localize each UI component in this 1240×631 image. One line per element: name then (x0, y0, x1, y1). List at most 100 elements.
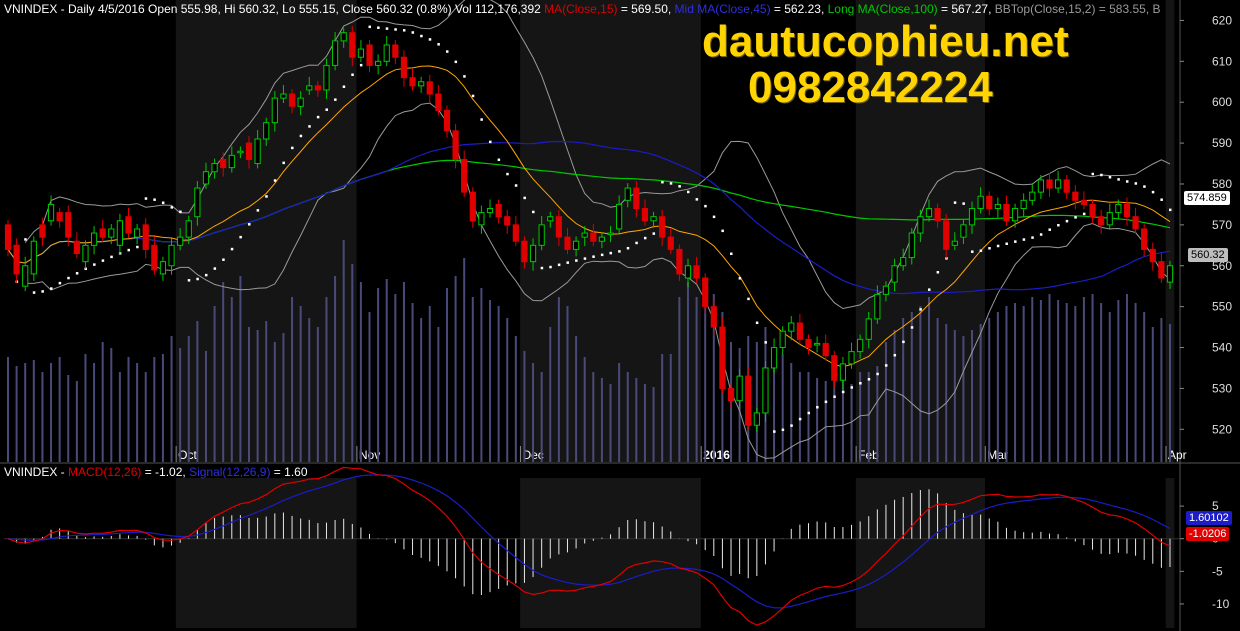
candle-body (900, 257, 907, 267)
candle-body (908, 232, 915, 259)
candle-body (745, 375, 752, 426)
sar-dot (600, 253, 604, 257)
sar-dot (334, 98, 337, 101)
sar-dot (153, 198, 156, 201)
sar-dot (127, 248, 131, 252)
sar-dot (256, 209, 260, 212)
candle-body (1046, 179, 1053, 189)
sar-dot (1005, 242, 1008, 246)
macd-header-symbol: VNINDEX (4, 465, 58, 479)
sar-dot (359, 63, 363, 67)
candle-body (383, 44, 390, 62)
sar-dot (136, 245, 139, 249)
candle-body (65, 212, 72, 238)
sar-dot (1022, 238, 1026, 241)
candle-body (813, 342, 821, 346)
candle-body (90, 232, 98, 246)
sar-dot (489, 140, 492, 144)
sar-dot (910, 326, 914, 329)
candle-body (331, 40, 339, 66)
candle-body (874, 293, 881, 320)
sar-dot (497, 158, 501, 162)
candle-body (56, 212, 63, 222)
price-y-tick-label: 620 (1212, 13, 1232, 27)
candle-body (237, 150, 244, 154)
candle-body (770, 347, 778, 369)
candle-body (555, 216, 562, 238)
candle-body (538, 224, 545, 246)
candle-body (1063, 179, 1070, 193)
candle-body (116, 220, 123, 246)
sar-dot (686, 190, 690, 194)
sar-dot (859, 381, 862, 385)
chart-canvas[interactable]: 520530540550560570580590600610620OctNovD… (0, 0, 1240, 631)
candle-body (727, 387, 735, 402)
sar-dot (841, 390, 845, 394)
sar-dot (738, 277, 742, 280)
candle-body (762, 367, 769, 414)
candle-body (624, 187, 631, 201)
sar-dot (1014, 240, 1017, 243)
watermark-phone: 0982842224 (748, 63, 993, 112)
candle-body (22, 265, 29, 287)
candle-body (736, 375, 743, 402)
sar-dot (850, 386, 854, 389)
sar-dot (773, 430, 776, 433)
candle-body (409, 77, 416, 87)
candle-body (788, 322, 795, 332)
sar-dot (1065, 219, 1069, 223)
header-ma45-label: Mid MA(Close,45) (674, 2, 771, 16)
header-symbol: VNINDEX (4, 2, 58, 16)
sar-dot (385, 27, 389, 30)
sar-dot (1134, 182, 1138, 185)
candle-body (805, 338, 812, 349)
candle-body (1029, 191, 1036, 201)
sar-dot (101, 259, 105, 262)
candle-body (547, 216, 554, 222)
candle-body (572, 240, 580, 250)
sar-dot (248, 223, 251, 226)
sar-dot (962, 202, 965, 205)
sar-dot (161, 201, 165, 204)
sar-dot (953, 201, 957, 204)
sar-dot (1048, 228, 1051, 231)
sar-dot (420, 34, 423, 38)
sar-dot (144, 197, 148, 200)
candle-body (426, 81, 433, 95)
sar-dot (351, 73, 354, 76)
candle-body (297, 97, 304, 107)
candle-body (469, 191, 476, 222)
sar-dot (919, 308, 922, 311)
price-y-tick-label: 550 (1212, 300, 1232, 314)
candle-body (504, 216, 511, 226)
sar-dot (755, 321, 759, 325)
sar-dot (239, 235, 242, 239)
macd-header-value: = -1.02, (141, 465, 190, 479)
sar-dot (213, 267, 217, 270)
price-y-tick-label: 540 (1212, 341, 1232, 355)
sar-dot (1082, 212, 1086, 216)
header-bb: BBTop(Close,15,2) = 583.55, B (994, 2, 1161, 16)
sar-dot (712, 215, 716, 219)
candle-body (220, 158, 227, 169)
candle-body (177, 236, 184, 246)
candle-body (82, 244, 89, 263)
candle-body (4, 224, 12, 250)
sar-dot (1143, 185, 1146, 188)
chart-root: 520530540550560570580590600610620OctNovD… (0, 0, 1240, 631)
sar-dot (1125, 180, 1129, 183)
price-marker-tag: 574.859 (1184, 191, 1230, 205)
sar-dot (721, 229, 724, 233)
candle-body (194, 187, 201, 218)
candle-body (1123, 203, 1131, 218)
candle-body (228, 154, 235, 169)
sar-dot (170, 206, 174, 209)
candle-body (245, 142, 253, 160)
macd-header-signal-value: = 1.60 (270, 465, 308, 479)
sar-dot (196, 277, 199, 281)
macd-y-tick-label: -10 (1212, 597, 1230, 611)
sar-dot (67, 276, 70, 280)
candle-body (1072, 191, 1079, 201)
sar-dot (58, 281, 62, 285)
sar-dot (798, 417, 802, 421)
